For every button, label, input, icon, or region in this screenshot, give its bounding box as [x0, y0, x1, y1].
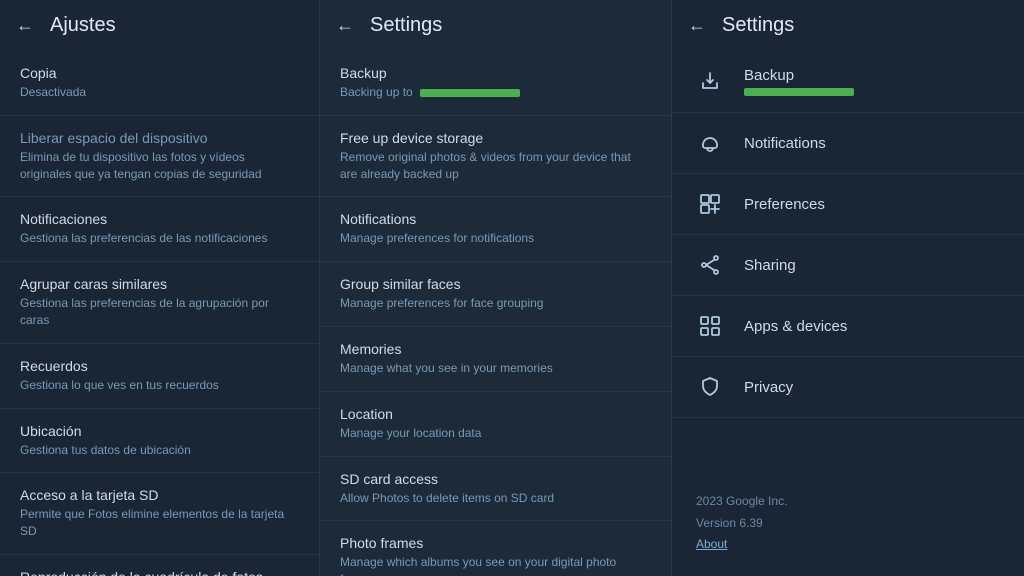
privacy-icon: [696, 373, 724, 401]
right-item-label-3: Sharing: [744, 257, 796, 274]
middle-item-7[interactable]: Photo frames Manage which albums you see …: [320, 521, 671, 576]
left-item-6[interactable]: Acceso a la tarjeta SD Permite que Fotos …: [0, 473, 319, 555]
right-item-3[interactable]: Sharing: [672, 235, 1024, 296]
middle-item-subtitle-2: Manage preferences for notifications: [340, 230, 651, 247]
middle-item-0[interactable]: Backup Backing up to: [320, 51, 671, 116]
apps-icon: [696, 312, 724, 340]
right-item-label-4: Apps & devices: [744, 318, 847, 335]
footer-version: Version 6.39: [696, 513, 1000, 535]
middle-panel-title: Settings: [370, 14, 442, 37]
left-item-title-1: Liberar espacio del dispositivo: [20, 130, 299, 146]
footer-copyright: 2023 Google Inc.: [696, 491, 1000, 513]
left-item-7[interactable]: Reproducción de la cuadrícula de fotosGe…: [0, 555, 319, 576]
right-back-arrow[interactable]: ←: [688, 15, 706, 36]
left-settings-list: Copia Desactivada Liberar espacio del disp…: [0, 51, 319, 576]
right-backup-bar: [744, 88, 854, 96]
left-item-title-5: Ubicación: [20, 423, 299, 439]
middle-item-title-3: Group similar faces: [340, 276, 651, 292]
left-header: ← Ajustes: [0, 0, 319, 51]
left-item-subtitle-4: Gestiona lo que ves en tus recuerdos: [20, 377, 299, 394]
right-item-label-5: Privacy: [744, 379, 793, 396]
right-backup-info: Backup: [744, 67, 854, 96]
middle-item-6[interactable]: SD card access Allow Photos to delete ite…: [320, 457, 671, 522]
middle-item-title-6: SD card access: [340, 471, 651, 487]
left-item-0[interactable]: Copia Desactivada: [0, 51, 319, 116]
right-item-label-1: Notifications: [744, 135, 826, 152]
right-item-5[interactable]: Privacy: [672, 357, 1024, 418]
middle-item-title-7: Photo frames: [340, 535, 651, 551]
left-item-5[interactable]: Ubicación Gestiona tus datos de ubicación: [0, 409, 319, 474]
right-item-1[interactable]: Notifications: [672, 113, 1024, 174]
middle-item-2[interactable]: Notifications Manage preferences for noti…: [320, 197, 671, 262]
left-item-subtitle-3: Gestiona las preferencias de la agrupaci…: [20, 295, 299, 329]
middle-back-arrow[interactable]: ←: [336, 15, 354, 36]
left-item-subtitle-1: Elimina de tu dispositivo las fotos y ví…: [20, 149, 299, 183]
left-item-subtitle-5: Gestiona tus datos de ubicación: [20, 442, 299, 459]
middle-item-4[interactable]: Memories Manage what you see in your memo…: [320, 327, 671, 392]
left-back-arrow[interactable]: ←: [16, 15, 34, 36]
middle-item-title-5: Location: [340, 406, 651, 422]
footer-about-link[interactable]: About: [696, 537, 727, 551]
backup-icon: [696, 68, 724, 96]
left-item-title-0: Copia: [20, 65, 299, 81]
left-item-title-2: Notificaciones: [20, 211, 299, 227]
preferences-icon: [696, 190, 724, 218]
right-item-0[interactable]: Backup: [672, 51, 1024, 113]
right-item-2[interactable]: Preferences: [672, 174, 1024, 235]
right-item-4[interactable]: Apps & devices: [672, 296, 1024, 357]
left-item-subtitle-2: Gestiona las preferencias de las notific…: [20, 230, 299, 247]
middle-item-title-2: Notifications: [340, 211, 651, 227]
left-item-subtitle-0: Desactivada: [20, 84, 299, 101]
right-item-label-2: Preferences: [744, 196, 825, 213]
middle-settings-list: Backup Backing up to Free up device stora…: [320, 51, 671, 576]
right-settings-list: Backup Notifications Preferences Sharing App…: [672, 51, 1024, 471]
left-item-1[interactable]: Liberar espacio del dispositivo Elimina d…: [0, 116, 319, 198]
left-item-3[interactable]: Agrupar caras similares Gestiona las pref…: [0, 262, 319, 344]
middle-item-title-0: Backup: [340, 65, 651, 81]
middle-item-1[interactable]: Free up device storage Remove original ph…: [320, 116, 671, 198]
middle-item-subtitle-6: Allow Photos to delete items on SD card: [340, 490, 651, 507]
right-header: ← Settings: [672, 0, 1024, 51]
middle-item-subtitle-4: Manage what you see in your memories: [340, 360, 651, 377]
left-item-4[interactable]: Recuerdos Gestiona lo que ves en tus recu…: [0, 344, 319, 409]
footer: 2023 Google Inc. Version 6.39 About: [672, 471, 1024, 576]
middle-item-subtitle-1: Remove original photos & videos from you…: [340, 149, 651, 183]
left-item-subtitle-6: Permite que Fotos elimine elementos de l…: [20, 506, 299, 540]
sharing-icon: [696, 251, 724, 279]
middle-item-3[interactable]: Group similar faces Manage preferences fo…: [320, 262, 671, 327]
middle-item-title-4: Memories: [340, 341, 651, 357]
middle-header: ← Settings: [320, 0, 671, 51]
left-panel: ← Ajustes Copia Desactivada Liberar espaci…: [0, 0, 320, 576]
left-item-title-3: Agrupar caras similares: [20, 276, 299, 292]
middle-item-subtitle-5: Manage your location data: [340, 425, 651, 442]
middle-panel: ← Settings Backup Backing up to Free up d…: [320, 0, 672, 576]
middle-item-subtitle-7: Manage which albums you see on your digi…: [340, 554, 651, 576]
left-panel-title: Ajustes: [50, 14, 116, 37]
right-panel: ← Settings Backup Notifications Preference…: [672, 0, 1024, 576]
left-item-title-7: Reproducción de la cuadrícula de fotos: [20, 569, 299, 576]
backup-progress-bar: [420, 89, 520, 97]
middle-item-subtitle-0: Backing up to: [340, 84, 651, 101]
right-panel-title: Settings: [722, 14, 794, 37]
bell-icon: [696, 129, 724, 157]
left-item-title-6: Acceso a la tarjeta SD: [20, 487, 299, 503]
middle-item-title-1: Free up device storage: [340, 130, 651, 146]
middle-item-subtitle-3: Manage preferences for face grouping: [340, 295, 651, 312]
right-item-label-0: Backup: [744, 67, 854, 84]
left-item-title-4: Recuerdos: [20, 358, 299, 374]
middle-item-5[interactable]: Location Manage your location data: [320, 392, 671, 457]
left-item-2[interactable]: Notificaciones Gestiona las preferencias …: [0, 197, 319, 262]
